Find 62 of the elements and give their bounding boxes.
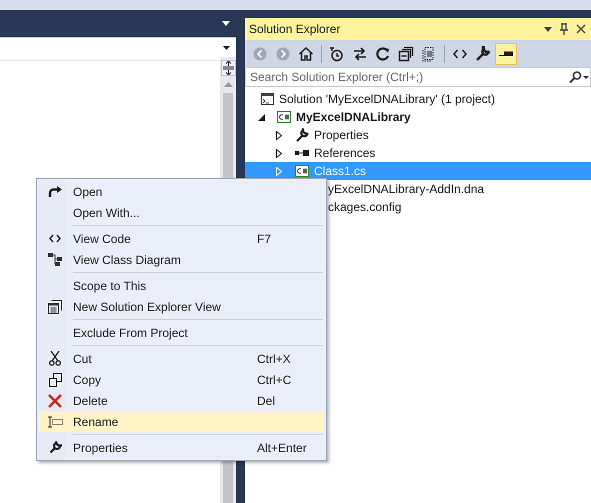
collapse-icon <box>398 46 414 62</box>
csharp-file-icon <box>276 110 292 124</box>
menu-item[interactable]: Exclude From Project <box>39 322 324 343</box>
rename-icon <box>47 416 63 428</box>
solution-icon <box>259 92 275 106</box>
expand-arrow-icon[interactable] <box>276 148 282 158</box>
menu-item[interactable]: View Code F7 <box>39 228 324 249</box>
preview-button[interactable] <box>495 42 517 64</box>
search-field[interactable]: Search Solution Explorer (Ctrl+;) <box>245 67 591 87</box>
delete-icon <box>48 394 62 408</box>
refresh-icon <box>375 46 391 62</box>
dropdown-arrow-icon[interactable] <box>544 26 552 32</box>
tree-item-label: Solution 'MyExcelDNALibrary' (1 project) <box>279 92 495 106</box>
fwd-icon <box>275 46 291 62</box>
tree-item[interactable]: Solution 'MyExcelDNALibrary' (1 project) <box>245 90 591 108</box>
tree-item-label: yExcelDNALibrary-AddIn.dna <box>328 182 484 196</box>
collapse-arrow-icon[interactable] <box>258 114 265 120</box>
dropdown-arrow-icon[interactable] <box>222 21 230 26</box>
menu-item[interactable]: Scope to This <box>39 275 324 296</box>
tree-item-label: Properties <box>314 128 369 142</box>
wrench-icon <box>48 441 62 454</box>
menu-item[interactable]: View Class Diagram <box>39 249 324 270</box>
shortcut-text: Ctrl+X <box>257 352 292 366</box>
tree-item-label: References <box>314 146 376 160</box>
menu-item[interactable]: New Solution Explorer View <box>39 296 324 317</box>
split-icon[interactable] <box>220 60 236 76</box>
home-icon <box>298 46 314 62</box>
menu-item[interactable]: Delete Del <box>39 390 324 411</box>
shortcut-text: Del <box>257 394 276 408</box>
menu-item[interactable]: Properties Alt+Enter <box>39 437 324 458</box>
copy-icon <box>48 372 62 386</box>
pin-icon[interactable] <box>560 23 568 35</box>
menu-item[interactable]: Open <box>39 181 324 202</box>
shortcut-text: Ctrl+C <box>257 372 292 386</box>
tree-item-label: Class1.cs <box>314 164 366 178</box>
menu-item[interactable]: Copy Ctrl+C <box>39 369 324 390</box>
sync-icon <box>352 46 368 62</box>
wrench-icon <box>475 46 491 62</box>
csharp-file-icon <box>294 164 310 178</box>
tree-item-label: ckages.config <box>328 200 402 214</box>
menu-item[interactable]: Rename <box>39 411 324 432</box>
search-icon[interactable] <box>567 71 589 83</box>
class-diagram-icon <box>48 253 62 266</box>
code-icon <box>49 234 61 243</box>
close-icon[interactable] <box>576 24 586 34</box>
shortcut-text: F7 <box>257 232 272 246</box>
menu-item[interactable]: Cut Ctrl+X <box>39 348 324 369</box>
shortcut-text: Alt+Enter <box>257 440 308 454</box>
panel-title: Solution Explorer <box>249 22 340 36</box>
menu-item[interactable]: Open With... <box>39 202 324 223</box>
redo-arrow-icon <box>48 186 62 198</box>
new-window-icon <box>48 300 62 314</box>
wrench-icon <box>294 128 310 142</box>
scissors-icon <box>49 351 61 366</box>
expand-arrow-icon[interactable] <box>276 130 282 140</box>
back-icon <box>252 46 268 62</box>
tree-item[interactable]: Properties <box>245 126 591 144</box>
tree-item-label: MyExcelDNALibrary <box>296 110 411 124</box>
dropdown-arrow-icon <box>223 46 230 50</box>
tree-item[interactable]: References <box>245 144 591 162</box>
history-icon <box>329 46 345 62</box>
tree-item[interactable]: MyExcelDNALibrary <box>245 108 591 126</box>
